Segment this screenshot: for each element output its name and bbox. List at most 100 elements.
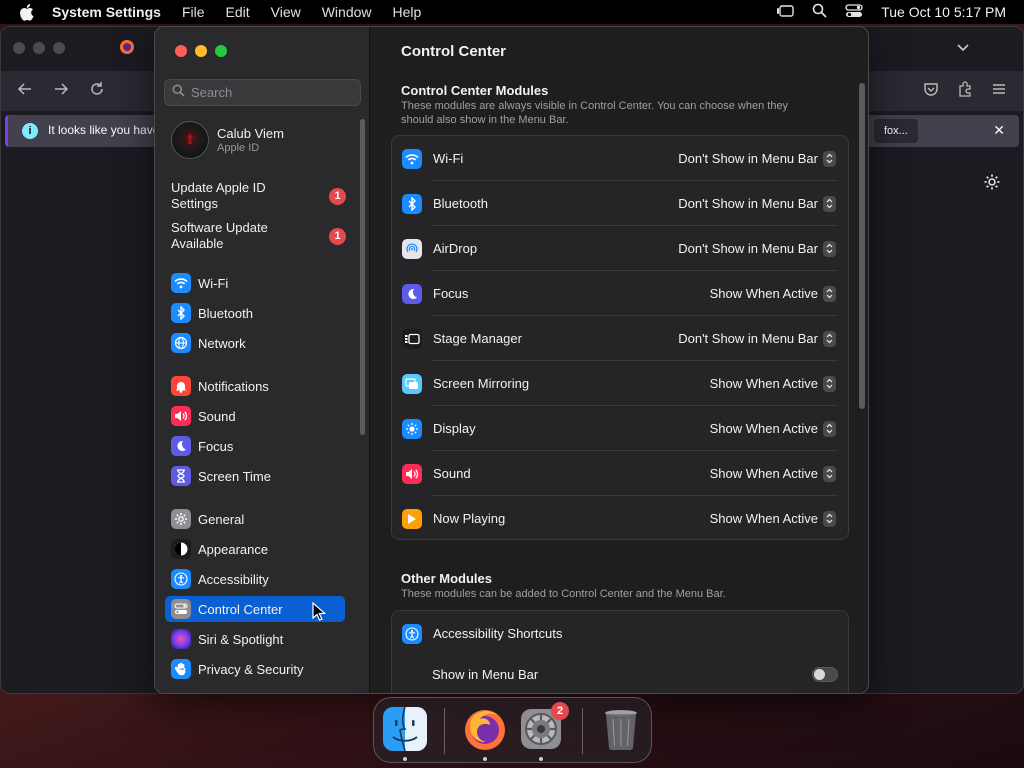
alert-badge: 1	[329, 228, 346, 245]
close-window-button[interactable]	[175, 45, 187, 57]
spotlight-search-icon[interactable]	[812, 3, 827, 21]
bluetooth-icon	[171, 303, 191, 323]
sidebar-item-screen-time[interactable]: Screen Time	[165, 463, 345, 489]
firefox-zoom-button[interactable]	[53, 42, 65, 54]
firefox-list-tabs-chevron-down-icon[interactable]	[955, 39, 971, 60]
other-modules-section-header: Other Modules These modules can be added…	[401, 571, 821, 601]
finder-icon[interactable]	[381, 705, 429, 753]
minimize-window-button[interactable]	[195, 45, 207, 57]
menu-bar: System Settings File Edit View Window He…	[0, 0, 1024, 24]
menu-edit[interactable]: Edit	[226, 4, 250, 20]
firefox-minimize-button[interactable]	[33, 42, 45, 54]
firefox-back-arrow-icon[interactable]	[17, 81, 33, 102]
hourglass-icon	[171, 466, 191, 486]
trash-icon[interactable]	[597, 705, 645, 753]
content-scrollbar[interactable]	[859, 83, 865, 409]
finder-running-indicator	[403, 757, 407, 761]
menu-help[interactable]: Help	[393, 4, 422, 20]
firefox-menu-hamburger-icon[interactable]	[991, 81, 1007, 102]
up-down-chevron-icon	[823, 195, 836, 212]
menu-window[interactable]: Window	[322, 4, 372, 20]
sidebar-item-appearance[interactable]: Appearance	[165, 536, 345, 562]
software-update-alert[interactable]: Software Update Available 1	[171, 220, 346, 252]
module-menu-bar-popup[interactable]: Show When Active	[710, 375, 836, 392]
sun-icon	[402, 418, 422, 439]
firefox-reload-icon[interactable]	[89, 81, 105, 102]
stage-manager-status-icon[interactable]	[776, 4, 794, 21]
wifi-icon	[402, 148, 422, 169]
module-label: Bluetooth	[433, 196, 488, 211]
wifi-icon	[171, 273, 191, 293]
sidebar-item-siri-spotlight[interactable]: Siri & Spotlight	[165, 626, 345, 652]
sidebar-item-label: Bluetooth	[198, 305, 253, 321]
avatar	[171, 121, 209, 159]
firefox-extensions-icon[interactable]	[957, 81, 973, 102]
show-in-menu-bar-row: Show in Menu Bar	[392, 652, 848, 693]
settings-sidebar: Calub Viem Apple ID Update Apple ID Sett…	[155, 27, 370, 693]
popup-value: Show When Active	[709, 286, 818, 301]
firefox-window-controls	[13, 42, 65, 54]
sidebar-item-label: Network	[198, 335, 246, 351]
module-label: Screen Mirroring	[433, 376, 530, 391]
firefox-pocket-icon[interactable]	[923, 81, 939, 102]
menu-file[interactable]: File	[182, 4, 205, 20]
sidebar-item-notifications[interactable]: Notifications	[165, 373, 345, 399]
sidebar-item-label: Siri & Spotlight	[198, 631, 284, 647]
up-down-chevron-icon	[823, 375, 836, 392]
module-row-bluetooth: Bluetooth Don't Show in Menu Bar	[392, 181, 848, 226]
gear-icon	[171, 509, 191, 529]
search-field[interactable]	[164, 79, 361, 106]
sidebar-item-wifi[interactable]: Wi-Fi	[165, 270, 345, 296]
zoom-window-button[interactable]	[215, 45, 227, 57]
globe-icon	[171, 333, 191, 353]
dock: 2	[373, 697, 652, 763]
search-input[interactable]	[191, 85, 351, 100]
module-menu-bar-popup[interactable]: Don't Show in Menu Bar	[678, 330, 836, 347]
sidebar-item-network[interactable]: Network	[165, 330, 345, 356]
sidebar-item-focus[interactable]: Focus	[165, 433, 345, 459]
popup-value: Show When Active	[709, 511, 818, 526]
sidebar-item-label: Focus	[198, 438, 234, 454]
window-controls	[175, 45, 227, 57]
menubar-clock[interactable]: Tue Oct 10 5:17 PM	[881, 4, 1006, 20]
update-apple-id-settings-alert[interactable]: Update Apple ID Settings 1	[171, 180, 346, 212]
sidebar-item-bluetooth[interactable]: Bluetooth	[165, 300, 345, 326]
menu-view[interactable]: View	[271, 4, 301, 20]
control-center-status-icon[interactable]	[845, 3, 863, 21]
apple-menu-icon[interactable]	[18, 3, 38, 21]
gear-icon[interactable]	[983, 173, 1001, 196]
module-row-now-playing: Now Playing Show When Active	[392, 496, 848, 541]
section-title: Other Modules	[401, 571, 493, 586]
firefox-notification-action-button[interactable]: fox...	[874, 119, 918, 143]
module-menu-bar-popup[interactable]: Show When Active	[710, 465, 836, 482]
menu-app-name[interactable]: System Settings	[52, 4, 161, 20]
firefox-icon[interactable]	[461, 705, 509, 753]
show-in-menu-bar-toggle[interactable]	[812, 667, 838, 682]
module-menu-bar-popup[interactable]: Show When Active	[709, 510, 836, 527]
show-in-menu-bar-label: Show in Menu Bar	[432, 667, 539, 682]
module-menu-bar-popup[interactable]: Show When Active	[709, 285, 836, 302]
module-menu-bar-popup[interactable]: Don't Show in Menu Bar	[678, 240, 836, 257]
module-menu-bar-popup[interactable]: Don't Show in Menu Bar	[678, 150, 836, 167]
moon-icon	[171, 436, 191, 456]
appearance-icon	[171, 539, 191, 559]
module-label: Wi-Fi	[433, 151, 464, 166]
sidebar-item-label: Notifications	[198, 378, 269, 394]
sidebar-item-privacy-security[interactable]: Privacy & Security	[165, 656, 345, 682]
firefox-tab-favicon-icon[interactable]	[119, 39, 135, 60]
module-row-display: Display Show When Active	[392, 406, 848, 451]
sidebar-item-label: Screen Time	[198, 468, 271, 484]
system-settings-window: Calub Viem Apple ID Update Apple ID Sett…	[154, 26, 869, 694]
sidebar-scrollbar[interactable]	[360, 119, 365, 435]
module-row-focus: Focus Show When Active	[392, 271, 848, 316]
sidebar-item-accessibility[interactable]: Accessibility	[165, 566, 345, 592]
dock-divider	[444, 708, 445, 754]
firefox-forward-arrow-icon[interactable]	[53, 81, 69, 102]
module-menu-bar-popup[interactable]: Don't Show in Menu Bar	[678, 195, 836, 212]
module-menu-bar-popup[interactable]: Show When Active	[710, 420, 836, 437]
apple-id-account[interactable]: Calub Viem Apple ID	[171, 121, 284, 159]
close-icon[interactable]: ✕	[993, 122, 1005, 139]
firefox-close-button[interactable]	[13, 42, 25, 54]
sidebar-item-sound[interactable]: Sound	[165, 403, 345, 429]
sidebar-item-general[interactable]: General	[165, 506, 345, 532]
